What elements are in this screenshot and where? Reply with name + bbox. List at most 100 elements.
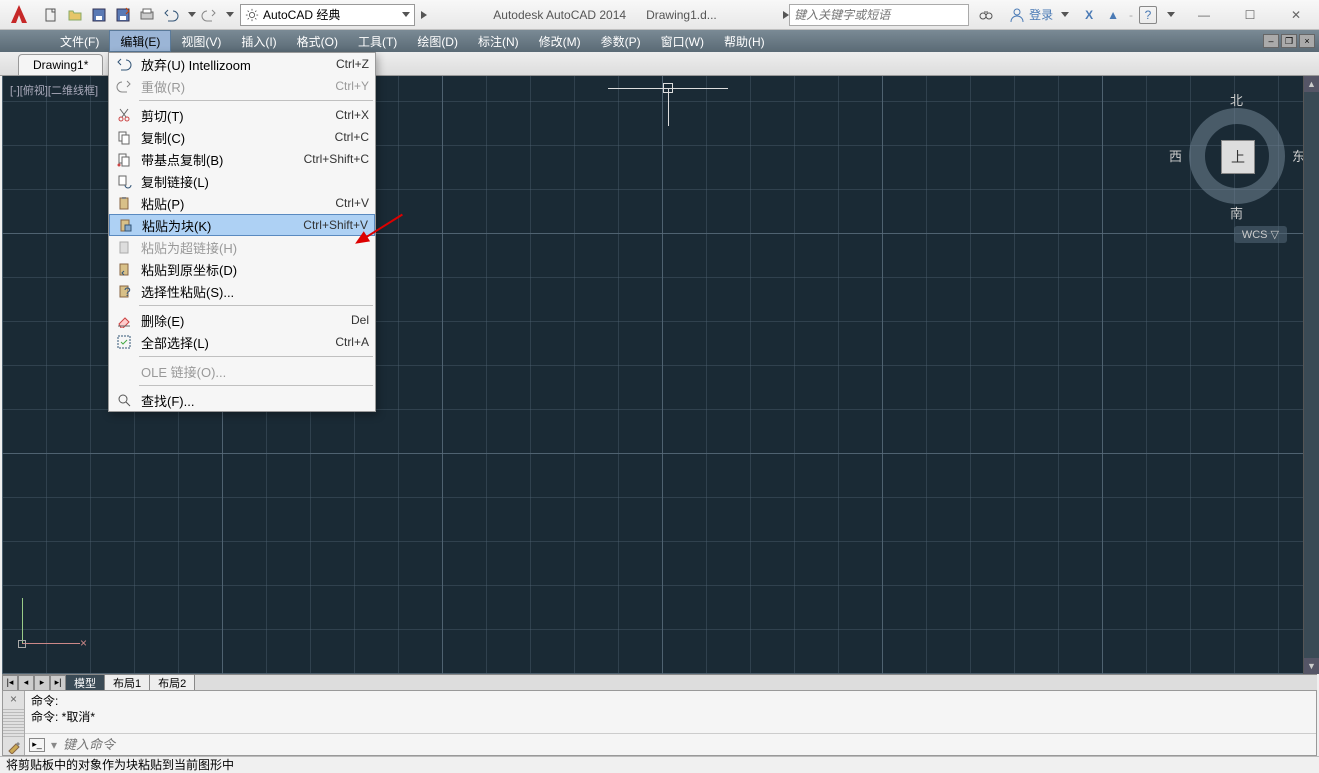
mdi-close[interactable]: × (1299, 34, 1315, 48)
menu-item-erase[interactable]: 删除(E)Del (109, 309, 375, 331)
menu-item-paste-special[interactable]: ? 选择性粘贴(S)... (109, 280, 375, 302)
cut-icon (113, 106, 135, 124)
new-icon[interactable] (40, 4, 62, 26)
blank-icon (113, 362, 135, 380)
menu-parametric[interactable]: 参数(P) (591, 30, 651, 52)
tab-nav-first[interactable]: |◂ (2, 675, 18, 691)
menu-item-shortcut: Ctrl+V (335, 196, 369, 210)
mdi-restore[interactable]: ❐ (1281, 34, 1297, 48)
tab-layout2[interactable]: 布局2 (150, 675, 195, 691)
menu-item-label: 粘贴为超链接(H) (141, 238, 369, 257)
menu-item-copy-base[interactable]: 带基点复制(B)Ctrl+Shift+C (109, 148, 375, 170)
command-prompt-icon[interactable]: ▸_ (29, 738, 45, 752)
title-right-tools: 登录 X ▲ - ? (969, 4, 1181, 26)
menu-draw[interactable]: 绘图(D) (407, 30, 468, 52)
menu-item-undo[interactable]: 放弃(U) IntellizoomCtrl+Z (109, 53, 375, 75)
tab-nav-last[interactable]: ▸| (50, 675, 66, 691)
open-icon[interactable] (64, 4, 86, 26)
menu-separator (139, 100, 373, 101)
ucs-x-marker: × (80, 636, 87, 650)
scroll-up-icon[interactable]: ▲ (1304, 76, 1319, 92)
viewcube-south[interactable]: 南 (1230, 203, 1243, 222)
command-line-handle[interactable]: × (3, 691, 25, 755)
search-input[interactable] (794, 8, 964, 22)
ucs-origin (18, 640, 26, 648)
mdi-controls: – ❐ × (1263, 30, 1319, 52)
menu-item-label: 复制链接(L) (141, 172, 369, 191)
menu-item-copy-link[interactable]: 复制链接(L) (109, 170, 375, 192)
menu-item-copy[interactable]: 复制(C)Ctrl+C (109, 126, 375, 148)
menu-help[interactable]: 帮助(H) (714, 30, 775, 52)
save-icon[interactable] (88, 4, 110, 26)
tab-nav-next[interactable]: ▸ (34, 675, 50, 691)
menu-item-find[interactable]: 查找(F)... (109, 389, 375, 411)
copy-icon (113, 128, 135, 146)
menu-item-label: 查找(F)... (141, 391, 369, 410)
maximize-button[interactable]: ☐ (1227, 0, 1273, 30)
find-icon (113, 391, 135, 409)
doc-tab-drawing1[interactable]: Drawing1* (18, 54, 103, 75)
tab-model[interactable]: 模型 (66, 675, 105, 691)
undo-icon[interactable] (160, 4, 182, 26)
command-input-row: ▸_ ▾ (25, 733, 1316, 755)
minimize-button[interactable]: — (1181, 0, 1227, 30)
menu-dimension[interactable]: 标注(N) (468, 30, 529, 52)
layout-tabs: |◂ ◂ ▸ ▸| 模型 布局1 布局2 (2, 674, 1317, 690)
app-logo[interactable] (0, 0, 38, 30)
close-button[interactable]: ✕ (1273, 0, 1319, 30)
menu-item-paste-block[interactable]: 粘贴为块(K)Ctrl+Shift+V (109, 214, 375, 236)
workspace-label: AutoCAD 经典 (263, 6, 340, 23)
viewport-label[interactable]: [-][俯视][二维线框] (10, 82, 98, 98)
exchange-icon[interactable]: X (1081, 8, 1097, 22)
viewcube-north[interactable]: 北 (1230, 90, 1243, 109)
redo-icon[interactable] (198, 4, 220, 26)
wcs-badge[interactable]: WCS ▽ (1234, 226, 1287, 243)
crosshair-pickbox (663, 83, 673, 93)
paste-link-icon (113, 238, 135, 256)
plot-icon[interactable] (136, 4, 158, 26)
menu-view[interactable]: 视图(V) (171, 30, 231, 52)
menu-item-select-all[interactable]: 全部选择(L)Ctrl+A (109, 331, 375, 353)
paste-special-icon: ? (113, 282, 135, 300)
drag-handle[interactable] (3, 707, 24, 737)
workspace-dropdown[interactable]: AutoCAD 经典 (240, 4, 415, 26)
menu-item-shortcut: Del (351, 313, 369, 327)
menu-file[interactable]: 文件(F) (50, 30, 109, 52)
saveas-icon[interactable] (112, 4, 134, 26)
menu-item-paste[interactable]: 粘贴(P)Ctrl+V (109, 192, 375, 214)
menu-item-item16: OLE 链接(O)... (109, 360, 375, 382)
menu-insert[interactable]: 插入(I) (231, 30, 286, 52)
command-input[interactable] (63, 737, 1312, 752)
menu-edit[interactable]: 编辑(E) (109, 30, 171, 52)
viewcube[interactable]: 上 北 南 东 西 (1177, 96, 1297, 216)
help-icon[interactable]: ? (1139, 6, 1157, 24)
status-text: 将剪贴板中的对象作为块粘贴到当前图形中 (6, 756, 234, 773)
menu-tools[interactable]: 工具(T) (348, 30, 407, 52)
command-close-icon[interactable]: × (3, 691, 24, 707)
command-history[interactable]: 命令: 命令: *取消* (25, 691, 1316, 733)
login-button[interactable]: 登录 (1003, 4, 1075, 26)
binoculars-icon[interactable] (975, 4, 997, 26)
viewcube-face[interactable]: 上 (1221, 140, 1255, 174)
menu-format[interactable]: 格式(O) (287, 30, 348, 52)
erase-icon (113, 311, 135, 329)
chevron-down-icon[interactable] (1167, 12, 1175, 17)
mdi-minimize[interactable]: – (1263, 34, 1279, 48)
undo-dropdown-icon[interactable] (188, 12, 196, 17)
tab-layout1[interactable]: 布局1 (105, 675, 150, 691)
menu-item-label: 选择性粘贴(S)... (141, 282, 369, 301)
menu-item-cut[interactable]: 剪切(T)Ctrl+X (109, 104, 375, 126)
menu-modify[interactable]: 修改(M) (529, 30, 591, 52)
redo-dropdown-icon[interactable] (226, 12, 234, 17)
scroll-down-icon[interactable]: ▼ (1304, 658, 1319, 674)
command-settings-icon[interactable] (3, 737, 24, 755)
autodesk360-icon[interactable]: ▲ (1103, 8, 1123, 22)
search-box[interactable] (789, 4, 969, 26)
menu-item-paste-orig[interactable]: 粘贴到原坐标(D) (109, 258, 375, 280)
vertical-scrollbar[interactable]: ▲ ▼ (1303, 76, 1319, 674)
tab-nav-prev[interactable]: ◂ (18, 675, 34, 691)
menu-window[interactable]: 窗口(W) (651, 30, 714, 52)
menu-bar: 文件(F) 编辑(E) 视图(V) 插入(I) 格式(O) 工具(T) 绘图(D… (0, 30, 1319, 52)
viewcube-west[interactable]: 西 (1169, 146, 1182, 165)
window-controls: — ☐ ✕ (1181, 0, 1319, 30)
